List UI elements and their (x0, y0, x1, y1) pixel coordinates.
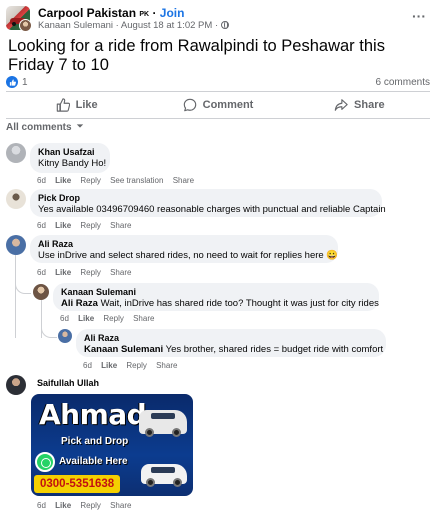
comment-bubble: Ali Raza Kanaan Sulemani Yes brother, sh… (76, 329, 386, 357)
comment-bubble: Khan Usafzai Kitny Bandy Ho! (30, 143, 110, 173)
comments-filter-label: All comments (6, 122, 72, 133)
comment-reply-button[interactable]: Reply (80, 268, 100, 277)
comment-text: Use inDrive and select shared rides, no … (38, 250, 339, 261)
comment-author[interactable]: Kanaan Sulemani (61, 287, 371, 297)
comment-body: Wait, inDrive has shared ride too? Thoug… (97, 298, 379, 309)
whatsapp-icon (35, 452, 55, 472)
divider-top (6, 91, 430, 92)
comment-like-button[interactable]: Like (55, 268, 71, 277)
thumbs-up-icon (56, 98, 70, 112)
divider-bottom (6, 118, 430, 119)
thread-connector (15, 270, 31, 294)
comment-reply-button[interactable]: Reply (80, 501, 100, 510)
share-button[interactable]: Share (289, 93, 430, 117)
see-translation-button[interactable]: See translation (110, 176, 163, 185)
comment-icon (183, 98, 196, 112)
comment-text: Ali Raza Wait, inDrive has shared ride t… (61, 298, 379, 310)
comment-actions: 6d Like Reply Share (37, 221, 138, 230)
ad-line-2: Available Here (59, 456, 128, 467)
chevron-down-icon (77, 124, 84, 128)
globe-icon (220, 21, 229, 29)
author-avatar[interactable] (19, 19, 32, 32)
comment-button[interactable]: Comment (147, 93, 288, 117)
share-icon (334, 99, 348, 111)
comment-time[interactable]: 6d (83, 361, 92, 370)
comment-bubble: Kanaan Sulemani Ali Raza Wait, inDrive h… (53, 283, 379, 311)
comment-author[interactable]: Pick Drop (38, 193, 374, 203)
comment-author[interactable]: Khan Usafzai (38, 147, 102, 157)
more-options-icon[interactable]: ··· (412, 8, 426, 24)
comment-like-button[interactable]: Like (55, 501, 71, 510)
post-actions: Like Comment Share (6, 93, 430, 117)
thread-connector (41, 316, 57, 338)
like-button[interactable]: Like (6, 93, 147, 117)
reaction-count: 1 (22, 76, 28, 88)
like-reaction-icon (6, 76, 18, 88)
car-icon (139, 410, 187, 437)
comment-author[interactable]: Ali Raza (84, 333, 378, 343)
comment-like-button[interactable]: Like (78, 314, 94, 323)
post-author[interactable]: Kanaan Sulemani (38, 20, 113, 31)
comment-bubble: Ali Raza Use inDrive and select shared r… (30, 235, 338, 263)
car-icon (141, 464, 187, 487)
comment-actions: 6d Like Reply Share (60, 314, 161, 323)
comment-label: Comment (202, 99, 254, 111)
group-title-line: Carpool Pakistan PK · Join (38, 6, 185, 20)
comment-text: Kanaan Sulemani Yes brother, shared ride… (84, 344, 383, 356)
comments-filter[interactable]: All comments (6, 122, 84, 133)
comment-reply-button[interactable]: Reply (80, 176, 100, 185)
comment-count[interactable]: 6 comments (376, 77, 430, 88)
group-name[interactable]: Carpool Pakistan (38, 6, 136, 20)
comment-share-button[interactable]: Share (156, 361, 177, 370)
comment-like-button[interactable]: Like (101, 361, 117, 370)
comment-share-button[interactable]: Share (173, 176, 194, 185)
comment-time[interactable]: 6d (60, 314, 69, 323)
comment-time[interactable]: 6d (37, 221, 46, 230)
comment-like-button[interactable]: Like (55, 221, 71, 230)
comment-actions: 6d Like Reply Share (83, 361, 184, 370)
comment-time[interactable]: 6d (37, 501, 46, 510)
comment-text: Yes available 03496709460 reasonable cha… (38, 204, 386, 215)
comment-reply-button[interactable]: Reply (126, 361, 146, 370)
comment-image-advert[interactable]: Ahmad Pick and Drop Available Here 0300-… (31, 394, 193, 496)
comment-like-button[interactable]: Like (55, 176, 71, 185)
comment-share-button[interactable]: Share (110, 221, 131, 230)
post-meta: Kanaan Sulemani · August 18 at 1:02 PM · (38, 20, 229, 31)
mention-tag[interactable]: Ali Raza (61, 298, 98, 309)
comment-author[interactable]: Saifullah Ullah (37, 378, 99, 388)
avatar[interactable] (33, 284, 49, 300)
avatar[interactable] (58, 329, 72, 343)
comment-share-button[interactable]: Share (110, 268, 131, 277)
post-header: Carpool Pakistan PK · Join Kanaan Sulema… (6, 6, 430, 32)
like-label: Like (75, 99, 98, 111)
reaction-summary[interactable]: 1 (6, 76, 28, 88)
comment-share-button[interactable]: Share (133, 314, 154, 323)
thread-line (15, 255, 16, 338)
group-flag: PK (139, 11, 150, 18)
comment-time[interactable]: 6d (37, 268, 46, 277)
comment-text: Kitny Bandy Ho! (38, 158, 107, 169)
avatar[interactable] (6, 189, 26, 209)
post-text: Looking for a ride from Rawalpindi to Pe… (8, 37, 385, 74)
comment-body: Yes brother, shared rides = budget ride … (163, 344, 384, 355)
comment-reply-button[interactable]: Reply (103, 314, 123, 323)
avatar[interactable] (6, 375, 26, 395)
comment-time[interactable]: 6d (37, 176, 46, 185)
share-label: Share (354, 99, 385, 111)
avatar[interactable] (6, 143, 26, 163)
comment-author[interactable]: Ali Raza (38, 239, 330, 249)
ad-phone: 0300-5351638 (34, 475, 121, 493)
comment-actions: 6d Like Reply Share (37, 268, 138, 277)
comment-actions: 6d Like Reply Share (37, 501, 138, 510)
comment-reply-button[interactable]: Reply (80, 221, 100, 230)
join-button[interactable]: Join (160, 6, 185, 20)
comment-bubble: Pick Drop Yes available 03496709460 reas… (30, 189, 386, 217)
post-date[interactable]: August 18 at 1:02 PM (121, 20, 212, 31)
ad-title: Ahmad (39, 398, 147, 431)
mention-tag[interactable]: Kanaan Sulemani (84, 344, 163, 355)
ad-line-1: Pick and Drop (61, 436, 129, 447)
avatar[interactable] (6, 235, 26, 255)
comment-actions: 6d Like Reply See translation Share (37, 176, 201, 185)
comment-share-button[interactable]: Share (110, 501, 131, 510)
